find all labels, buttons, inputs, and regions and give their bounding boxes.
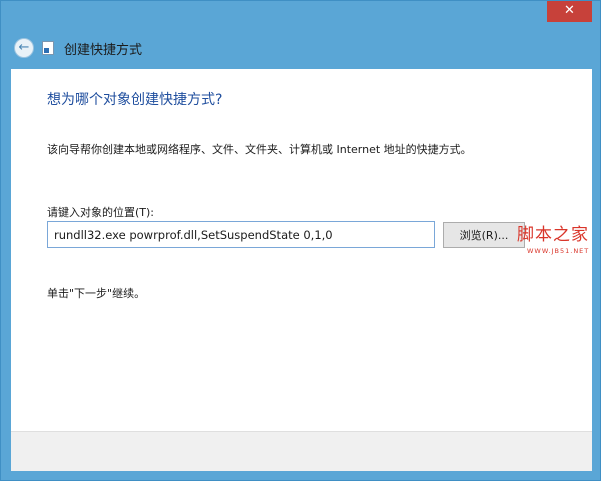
shortcut-icon [42, 41, 54, 55]
location-label: 请键入对象的位置(T): [47, 206, 155, 219]
wizard-title: 创建快捷方式 [64, 43, 143, 58]
back-button[interactable]: ← [14, 38, 34, 58]
wizard-content: 想为哪个对象创建快捷方式? 该向导帮你创建本地或网络程序、文件、文件夹、计算机或… [11, 69, 592, 431]
back-arrow-icon: ← [18, 40, 30, 55]
shortcut-wizard-window: ✕ ← 创建快捷方式 想为哪个对象创建快捷方式? 该向导帮你创建本地或网络程序、… [0, 0, 601, 481]
watermark-logo-text: 脚本之家 [517, 225, 589, 245]
close-icon: ✕ [564, 3, 575, 18]
page-heading: 想为哪个对象创建快捷方式? [47, 92, 223, 108]
close-button[interactable]: ✕ [547, 1, 592, 22]
location-input[interactable] [47, 221, 435, 248]
wizard-footer [11, 431, 592, 471]
wizard-description: 该向导帮你创建本地或网络程序、文件、文件夹、计算机或 Internet 地址的快… [47, 143, 472, 156]
wizard-header: ← 创建快捷方式 [1, 29, 600, 69]
continue-instruction: 单击"下一步"继续。 [47, 287, 146, 300]
browse-button[interactable]: 浏览(R)... [443, 222, 525, 248]
watermark-url: WWW.JB51.NET [527, 247, 590, 255]
